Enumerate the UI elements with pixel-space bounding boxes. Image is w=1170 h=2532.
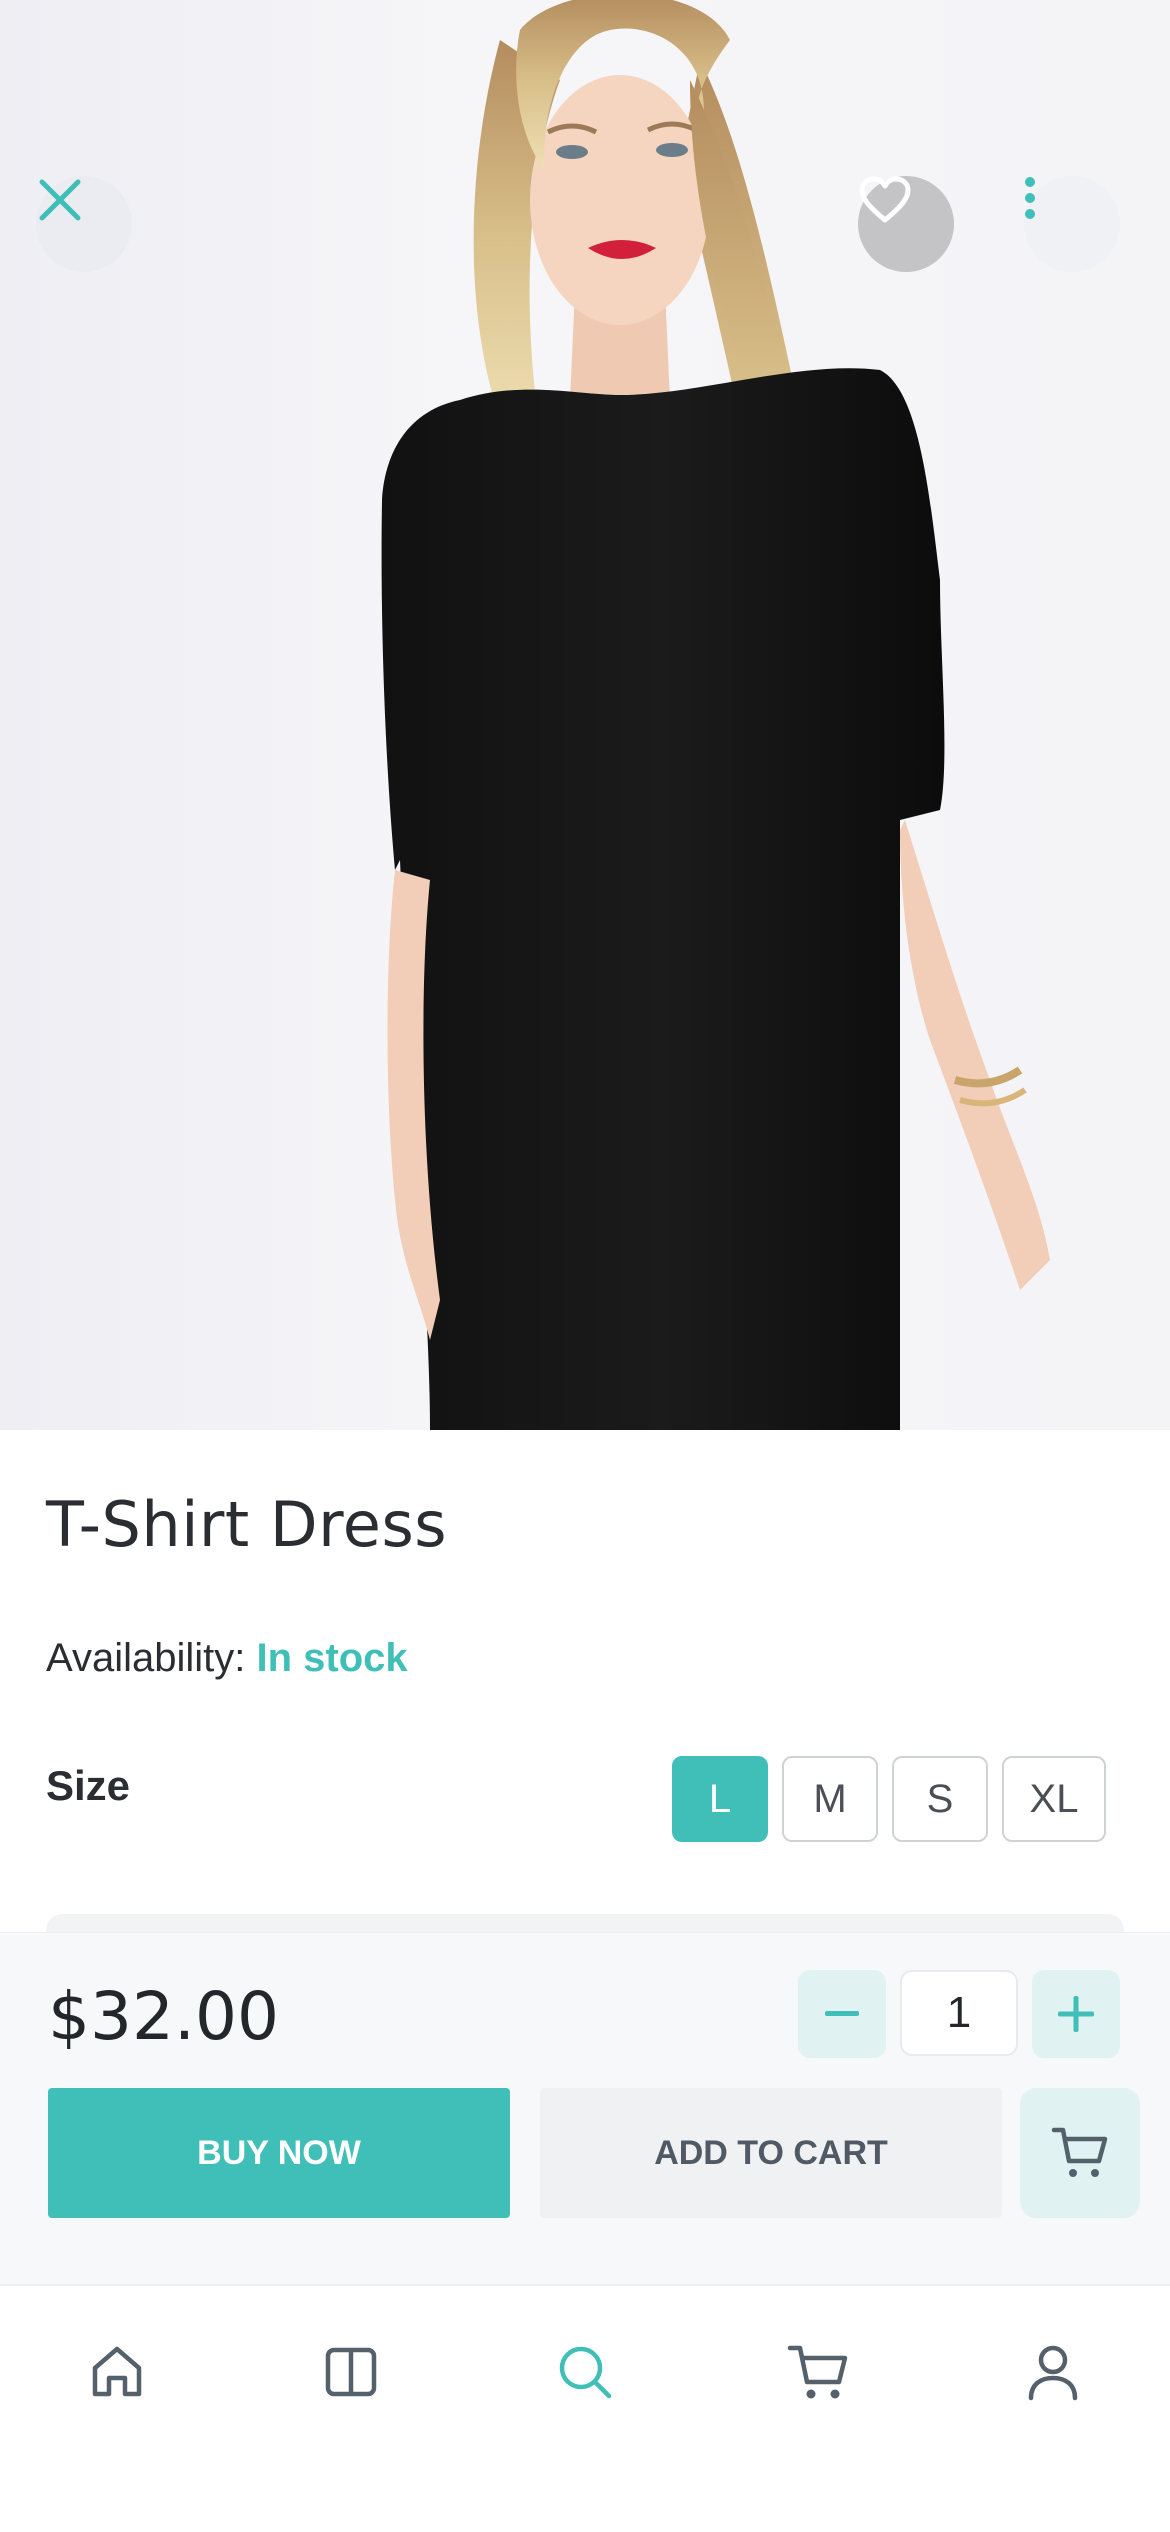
size-option-m[interactable]: M (782, 1756, 878, 1842)
nav-profile[interactable] (993, 2322, 1113, 2422)
minus-icon (825, 2011, 859, 2016)
plus-icon (1058, 1996, 1094, 2032)
product-photo-illustration (381, 0, 1050, 1430)
bottom-navigation (0, 2284, 1170, 2532)
nav-cart[interactable] (759, 2322, 879, 2422)
close-button[interactable] (36, 176, 132, 272)
favorite-button[interactable] (858, 176, 954, 272)
quantity-value[interactable]: 1 (900, 1970, 1018, 2056)
product-image (0, 0, 1170, 1430)
heart-icon (859, 176, 911, 223)
nav-catalog[interactable] (291, 2322, 411, 2422)
size-option-l[interactable]: L (672, 1756, 768, 1842)
cart-quick-button[interactable] (1020, 2088, 1140, 2218)
more-vertical-icon (1025, 177, 1035, 219)
cart-icon (787, 2345, 848, 2399)
availability-label: Availability: (46, 1636, 246, 1680)
size-label: Size (46, 1762, 131, 1809)
close-icon (39, 179, 81, 221)
nav-home[interactable] (57, 2322, 177, 2422)
size-options: L M S XL (672, 1756, 1106, 1842)
catalog-icon (325, 2347, 377, 2397)
availability-status: In stock (256, 1636, 408, 1680)
home-icon (92, 2346, 142, 2397)
quantity-decrease-button[interactable] (798, 1970, 886, 2058)
size-option-s[interactable]: S (892, 1756, 988, 1842)
availability: Availability: In stock (46, 1636, 408, 1681)
quantity-increase-button[interactable] (1032, 1970, 1120, 2058)
size-option-xl[interactable]: XL (1002, 1756, 1106, 1842)
product-price: $32.00 (48, 1978, 279, 2055)
buy-now-button[interactable]: BUY NOW (48, 2088, 510, 2218)
product-title: T-Shirt Dress (46, 1488, 448, 1561)
cart-icon (1051, 2127, 1108, 2177)
profile-icon (1028, 2345, 1078, 2401)
more-options-button[interactable] (1024, 176, 1120, 272)
add-to-cart-button[interactable]: ADD TO CART (540, 2088, 1002, 2218)
search-icon (559, 2346, 612, 2399)
nav-search[interactable] (525, 2322, 645, 2422)
